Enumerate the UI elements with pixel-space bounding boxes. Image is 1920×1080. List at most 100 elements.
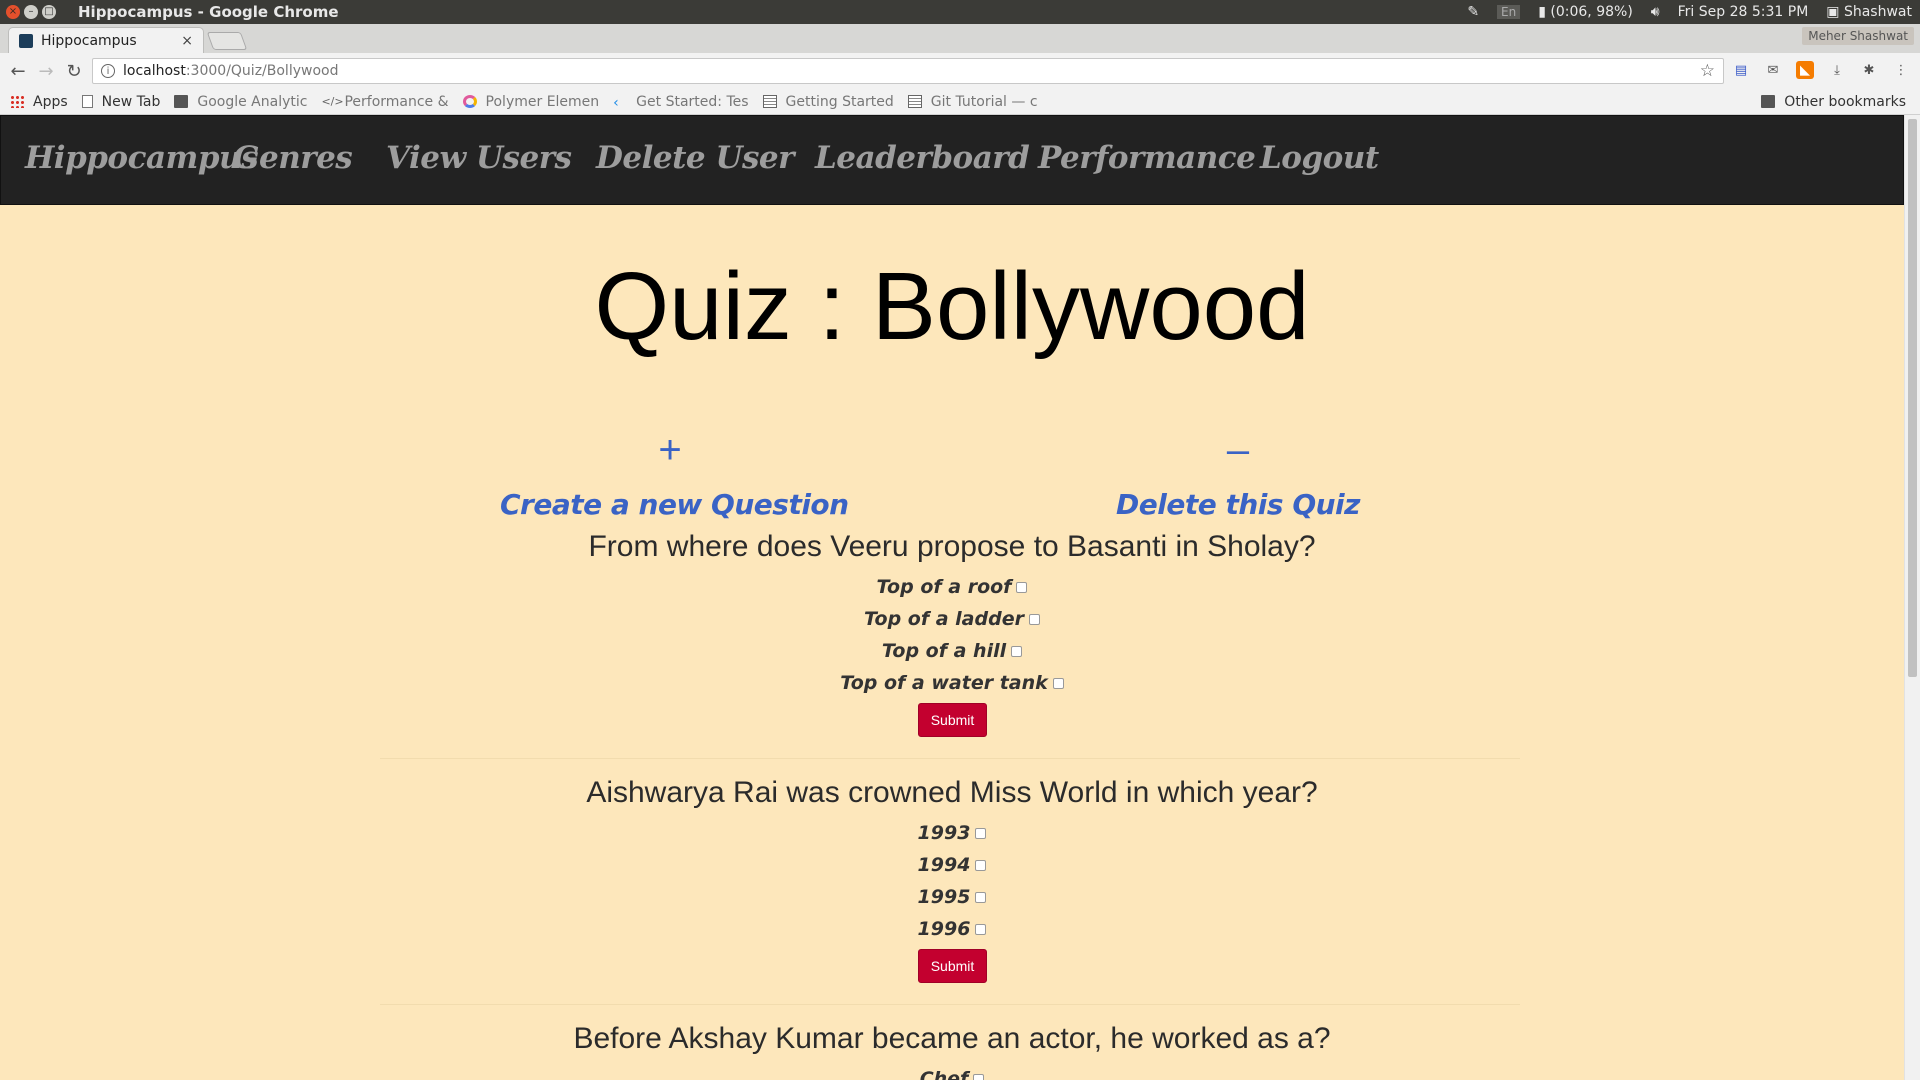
answer-checkbox[interactable] xyxy=(1052,678,1064,689)
nav-delete-user[interactable]: Delete User xyxy=(596,140,794,176)
delete-quiz-label[interactable]: Delete this Quiz xyxy=(1108,488,1368,521)
profile-button[interactable]: Meher Shashwat xyxy=(1802,27,1914,45)
bookmarks-bar: Apps New Tab Google Analytic </> Performa… xyxy=(0,89,1920,115)
answer-checkbox[interactable] xyxy=(975,860,987,871)
option-label: Top of a hill xyxy=(881,640,1007,662)
window-maximize-icon[interactable]: □ xyxy=(42,5,56,19)
bookmark-label: New Tab xyxy=(101,93,161,110)
bookmark-apps[interactable]: Apps xyxy=(10,94,68,110)
bookmark-getting-started[interactable]: Getting Started xyxy=(762,94,894,110)
create-question-link[interactable]: + Create a new Question xyxy=(500,430,849,521)
answer-checkbox[interactable] xyxy=(975,828,987,839)
bookmark-google-analytics[interactable]: Google Analytic xyxy=(174,94,307,110)
answer-checkbox[interactable] xyxy=(975,924,987,935)
user-menu[interactable]: ▣ Shashwat xyxy=(1826,4,1912,20)
window-close-icon[interactable]: × xyxy=(6,5,20,19)
option-label: Top of a water tank xyxy=(840,672,1048,694)
system-tray: ✎ En ▮ (0:06, 98%) 🔊︎ Fri Sep 28 5:31 PM… xyxy=(1467,4,1912,20)
address-bar[interactable]: i localhost:3000/Quiz/Bollywood ☆ xyxy=(92,58,1724,84)
flutter-icon: ‹ xyxy=(613,95,619,111)
doc-icon xyxy=(762,95,777,108)
answer-option[interactable]: 1994 xyxy=(0,854,1904,876)
extension-3-icon[interactable]: ◣ xyxy=(1796,61,1814,79)
browser-toolbar: ← → ↻ i localhost:3000/Quiz/Bollywood ☆ … xyxy=(0,53,1920,89)
extension-5-icon[interactable]: ✱ xyxy=(1860,61,1878,79)
scrollbar-thumb[interactable] xyxy=(1908,119,1917,677)
answer-checkbox[interactable] xyxy=(975,892,987,903)
minus-icon[interactable]: – xyxy=(1108,430,1368,470)
answer-checkbox[interactable] xyxy=(1011,646,1023,657)
answer-checkbox[interactable] xyxy=(973,1074,985,1080)
answer-checkbox[interactable] xyxy=(1016,582,1028,593)
new-tab-button[interactable] xyxy=(206,32,248,50)
bookmark-star-icon[interactable]: ☆ xyxy=(1700,61,1715,81)
answer-option[interactable]: 1996 xyxy=(0,918,1904,940)
user-icon: ▣ xyxy=(1826,4,1840,20)
nav-logout[interactable]: Logout xyxy=(1260,140,1379,176)
browser-tab[interactable]: Hippocampus × xyxy=(8,27,204,53)
option-label: Top of a roof xyxy=(876,576,1012,598)
option-label: 1995 xyxy=(917,886,971,908)
user-name: Shashwat xyxy=(1843,4,1912,20)
polymer-icon xyxy=(462,95,477,108)
info-icon[interactable]: i xyxy=(101,64,115,78)
other-bookmarks[interactable]: Other bookmarks xyxy=(1761,94,1906,110)
nav-leaderboard[interactable]: Leaderboard xyxy=(815,140,1030,176)
extension-2-icon[interactable]: ✉ xyxy=(1764,61,1782,79)
page-title: Quiz : Bollywood xyxy=(594,253,1310,360)
tab-close-icon[interactable]: × xyxy=(181,33,193,49)
answer-option[interactable]: Top of a water tank xyxy=(0,672,1904,694)
answer-option[interactable]: 1995 xyxy=(0,886,1904,908)
nav-brand[interactable]: Hippocampus xyxy=(25,140,259,176)
window-minimize-icon[interactable]: – xyxy=(24,5,38,19)
nav-performance[interactable]: Performance xyxy=(1038,140,1256,176)
bookmark-label: Google Analytic xyxy=(197,93,308,110)
bookmark-performance[interactable]: </> Performance & xyxy=(321,94,448,110)
extension-1-icon[interactable]: ▤ xyxy=(1732,61,1750,79)
answer-option[interactable]: Top of a hill xyxy=(0,640,1904,662)
download-icon[interactable]: ⤓ xyxy=(1828,61,1846,79)
wrench-icon[interactable]: ✎ xyxy=(1467,4,1479,20)
bookmark-git-tutorial[interactable]: Git Tutorial — c xyxy=(907,94,1038,110)
question-text: From where does Veeru propose to Basanti… xyxy=(588,530,1316,563)
nav-view-users[interactable]: View Users xyxy=(386,140,572,176)
bookmark-new-tab[interactable]: New Tab xyxy=(81,93,161,110)
answer-option[interactable]: Top of a roof xyxy=(0,576,1904,598)
reload-icon[interactable]: ↻ xyxy=(60,61,88,82)
page-icon xyxy=(81,95,93,108)
option-label: 1996 xyxy=(917,918,971,940)
battery-status[interactable]: ▮ (0:06, 98%) xyxy=(1538,4,1633,20)
answer-checkbox[interactable] xyxy=(1028,614,1040,625)
bookmark-label: Polymer Elemen xyxy=(485,93,600,110)
option-label: Chef xyxy=(919,1068,969,1080)
clock[interactable]: Fri Sep 28 5:31 PM xyxy=(1678,4,1809,20)
tab-title: Hippocampus xyxy=(41,32,137,49)
volume-icon[interactable]: 🔊︎ xyxy=(1651,4,1660,20)
question-text: Aishwarya Rai was crowned Miss World in … xyxy=(586,776,1318,809)
os-top-bar: × – □ Hippocampus - Google Chrome ✎ En ▮… xyxy=(0,0,1920,24)
url-host: localhost xyxy=(123,63,186,79)
delete-quiz-link[interactable]: – Delete this Quiz xyxy=(1108,430,1368,521)
option-label: 1993 xyxy=(917,822,971,844)
code-icon: </> xyxy=(321,95,344,108)
submit-button[interactable]: Submit xyxy=(918,949,987,983)
option-label: Top of a ladder xyxy=(864,608,1024,630)
keyboard-layout[interactable]: En xyxy=(1497,5,1521,19)
window-controls: × – □ xyxy=(6,5,56,19)
answer-option[interactable]: 1993 xyxy=(0,822,1904,844)
answer-option[interactable]: Top of a ladder xyxy=(0,608,1904,630)
forward-arrow-icon[interactable]: → xyxy=(32,61,60,82)
bookmark-label: Other bookmarks xyxy=(1784,93,1906,110)
nav-genres[interactable]: Genres xyxy=(233,140,353,176)
menu-dots-icon[interactable]: ⋮ xyxy=(1892,61,1910,79)
create-question-label[interactable]: Create a new Question xyxy=(500,488,849,521)
url-path: :3000/Quiz/Bollywood xyxy=(185,63,339,79)
bookmark-polymer[interactable]: Polymer Elemen xyxy=(462,93,600,110)
plus-icon[interactable]: + xyxy=(500,430,840,470)
bookmark-get-started[interactable]: ‹ Get Started: Tes xyxy=(613,94,748,112)
answer-option[interactable]: Chef xyxy=(0,1068,1904,1080)
submit-button[interactable]: Submit xyxy=(918,703,987,737)
folder-icon xyxy=(1761,95,1776,108)
bookmark-label: Apps xyxy=(33,93,68,110)
back-arrow-icon[interactable]: ← xyxy=(4,61,32,82)
